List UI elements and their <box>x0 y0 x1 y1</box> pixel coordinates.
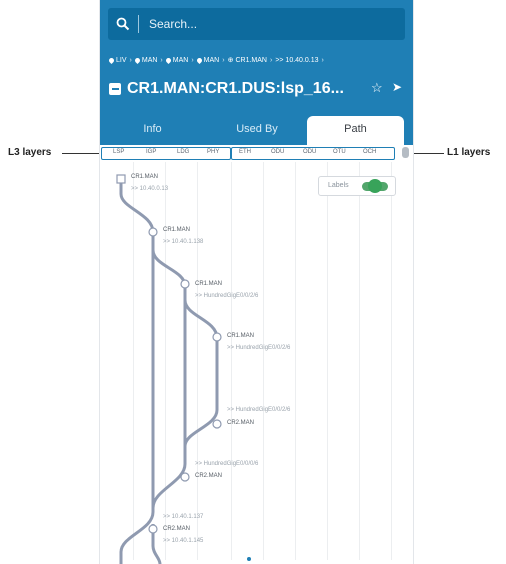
search-divider <box>138 15 139 33</box>
scroll-indicator <box>247 557 251 561</box>
breadcrumb: LIV › MAN › MAN › MAN › ⊕ CR1.MAN › >> 10… <box>107 56 327 65</box>
breadcrumb-item[interactable]: MAN <box>133 56 158 64</box>
search-bar[interactable] <box>108 8 405 40</box>
l3-layers-callout: L3 layers <box>8 147 52 158</box>
tab-path[interactable]: Path <box>307 116 404 145</box>
breadcrumb-label: MAN <box>203 56 220 64</box>
path-line <box>183 286 219 447</box>
hop-interface: >> HundredGigE0/0/0/6 <box>195 461 259 467</box>
labels-toggle[interactable]: Labels <box>318 176 396 196</box>
hop-interface: >> 10.40.1.137 <box>163 514 204 520</box>
search-icon[interactable] <box>108 8 138 40</box>
layer-ldg[interactable]: LDG <box>177 149 189 155</box>
hop-name: CR1.MAN <box>163 227 191 233</box>
path-node <box>180 279 190 289</box>
path-line <box>119 180 155 564</box>
layer-och[interactable]: OCH <box>363 149 376 155</box>
breadcrumb-separator: › <box>160 56 163 64</box>
location-pin-icon <box>107 56 116 64</box>
layer-odu[interactable]: ODU <box>303 149 316 155</box>
breadcrumb-item[interactable]: MAN <box>164 56 189 64</box>
breadcrumb-item[interactable]: MAN <box>195 56 220 64</box>
hop-interface: >> HundredGigE0/0/2/6 <box>195 293 259 299</box>
hop-name: CR2.MAN <box>195 473 223 479</box>
location-pin-icon <box>133 56 141 64</box>
breadcrumb-label: MAN <box>172 56 189 64</box>
lsp-object-icon <box>109 83 121 95</box>
path-node <box>212 419 222 429</box>
panel-header: LIV › MAN › MAN › MAN › ⊕CR1.MAN › >> 10… <box>100 0 413 145</box>
layer-phy[interactable]: PHY <box>207 149 219 155</box>
breadcrumb-label: >> 10.40.0.13 <box>275 56 319 64</box>
hop-name: CR1.MAN <box>227 333 255 339</box>
path-node-start <box>116 174 126 184</box>
breadcrumb-item[interactable]: >> 10.40.0.13 <box>275 57 318 64</box>
page-title: CR1.MAN:CR1.DUS:lsp_16... <box>127 80 344 97</box>
breadcrumb-label: CR1.MAN <box>235 56 267 64</box>
breadcrumb-separator: › <box>321 56 324 64</box>
location-pin-icon <box>195 56 203 64</box>
hop-interface: >> HundredGigE0/0/2/6 <box>227 407 291 413</box>
location-pin-icon <box>164 56 172 64</box>
router-icon: ⊕ <box>227 57 234 64</box>
hop-name: CR1.MAN <box>131 174 159 180</box>
navigate-arrow-icon[interactable]: ➤ <box>392 80 402 94</box>
layer-lsp[interactable]: LSP <box>113 149 124 155</box>
breadcrumb-separator: › <box>191 56 194 64</box>
breadcrumb-label: MAN <box>141 56 158 64</box>
tab-bar: Info Used By Path <box>100 116 413 145</box>
layer-odu[interactable]: ODU <box>271 149 284 155</box>
breadcrumb-separator: › <box>129 56 132 64</box>
l3-callout-line <box>62 153 102 154</box>
layer-igp[interactable]: IGP <box>146 149 156 155</box>
path-node <box>148 227 158 237</box>
path-panel: LIV › MAN › MAN › MAN › ⊕CR1.MAN › >> 10… <box>99 0 414 564</box>
path-line <box>151 234 187 509</box>
layer-scroll-handle[interactable] <box>402 147 409 158</box>
path-node <box>212 332 222 342</box>
hop-interface: >> 10.40.0.13 <box>131 186 169 192</box>
hop-interface: >> 10.40.1.145 <box>163 538 204 544</box>
layer-header: LSP IGP LDG PHY ETH ODU ODU OTU OCH <box>100 147 413 160</box>
labels-toggle-label: Labels <box>328 182 349 189</box>
path-node <box>148 524 158 534</box>
breadcrumb-separator: › <box>222 56 225 64</box>
hop-name: CR2.MAN <box>163 526 191 532</box>
hop-interface: >> HundredGigE0/0/2/6 <box>227 345 291 351</box>
path-diagram <box>116 174 222 564</box>
toggle-knob[interactable] <box>368 179 382 193</box>
title-row: CR1.MAN:CR1.DUS:lsp_16... ☆ ➤ <box>109 78 409 100</box>
l1-layers-callout: L1 layers <box>447 147 491 158</box>
hop-interface: >> 10.40.1.138 <box>163 239 204 245</box>
hop-name: CR2.MAN <box>227 420 255 426</box>
breadcrumb-item[interactable]: LIV <box>107 56 127 64</box>
search-input[interactable] <box>147 16 391 32</box>
hop-name: CR1.MAN <box>195 281 223 287</box>
breadcrumb-separator: › <box>269 56 273 64</box>
breadcrumb-item[interactable]: ⊕ CR1.MAN <box>227 56 267 65</box>
layer-otu[interactable]: OTU <box>333 149 346 155</box>
tab-info[interactable]: Info <box>100 116 205 145</box>
breadcrumb-label: LIV <box>116 56 127 64</box>
tab-used-by[interactable]: Used By <box>205 116 309 145</box>
path-node <box>180 472 190 482</box>
layer-eth[interactable]: ETH <box>239 149 251 155</box>
star-icon[interactable]: ☆ <box>371 80 383 96</box>
